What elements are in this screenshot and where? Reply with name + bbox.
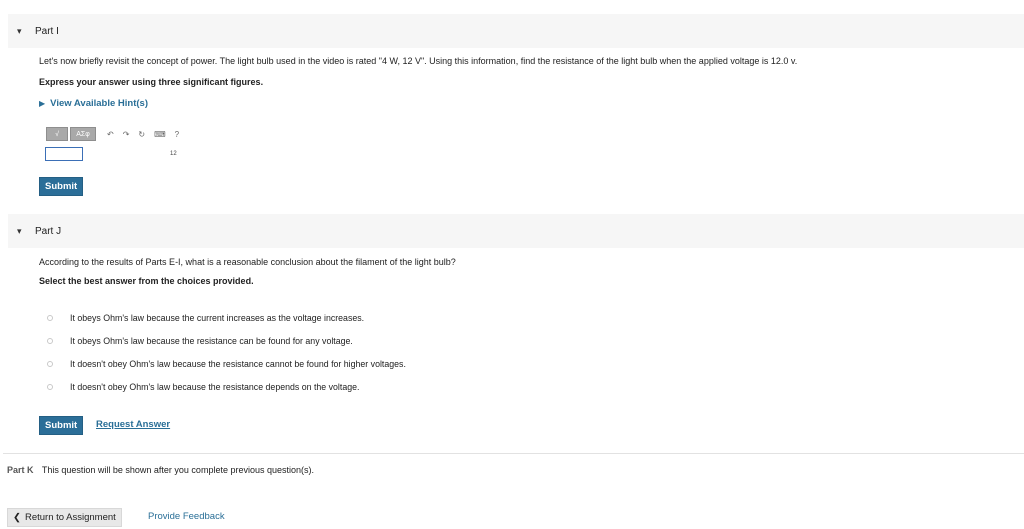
part-j-question: According to the results of Parts E-I, w… [39,257,456,267]
templates-button[interactable]: √ [46,127,68,141]
radio-button[interactable] [47,338,53,344]
choice-item[interactable]: It obeys Ohm's law because the resistanc… [47,336,353,346]
symbols-label: AΣφ [76,130,90,138]
part-j-title: Part J [35,225,62,237]
undo-icon[interactable]: ↶ [107,130,114,139]
request-answer-link[interactable]: Request Answer [96,419,170,430]
part-j-submit-button[interactable]: Submit [39,416,84,435]
choice-label: It obeys Ohm's law because the current i… [70,313,365,323]
chevron-down-icon[interactable]: ▾ [17,26,27,37]
part-k-row: Part K This question will be shown after… [7,465,314,475]
radio-button[interactable] [47,315,53,321]
reset-icon[interactable]: ↻ [138,130,145,139]
templates-label: √ [55,130,59,138]
part-i-instruction: Express your answer using three signific… [39,77,264,87]
help-icon[interactable]: ? [175,130,179,139]
chevron-down-icon[interactable]: ▾ [17,226,27,237]
keyboard-icon[interactable]: ⌨ [154,130,166,139]
return-label: Return to Assignment [24,512,116,523]
choice-item[interactable]: It doesn't obey Ohm's law because the re… [47,359,406,369]
provide-feedback-link[interactable]: Provide Feedback [148,511,225,522]
chevron-left-icon: ❮ [13,512,21,523]
radio-button[interactable] [47,384,53,390]
part-i-submit-label: Submit [45,181,78,192]
choice-label: It obeys Ohm's law because the resistanc… [70,336,353,346]
view-hints-link[interactable]: ▶ View Available Hint(s) [39,98,148,109]
part-j-submit-label: Submit [45,420,78,431]
part-j-header[interactable]: ▾ Part J [8,214,1024,248]
part-k-text: This question will be shown after you co… [41,465,314,475]
part-j-instruction: Select the best answer from the choices … [39,276,254,286]
divider [3,453,1024,454]
symbols-button[interactable]: AΣφ [70,127,96,141]
part-k-label: Part K [7,465,34,475]
part-i-title: Part I [35,25,59,37]
units-text: 12 [170,151,177,157]
radio-button[interactable] [47,361,53,367]
math-toolbar: √ AΣφ ↶ ↷ ↻ ⌨ ? [46,127,179,141]
redo-icon[interactable]: ↷ [123,130,130,139]
answer-input[interactable] [45,147,83,161]
part-i-header[interactable]: ▾ Part I [8,14,1024,48]
choice-item[interactable]: It doesn't obey Ohm's law because the re… [47,382,359,392]
part-i-submit-button[interactable]: Submit [39,177,84,196]
view-hints-label: View Available Hint(s) [50,98,148,109]
choice-label: It doesn't obey Ohm's law because the re… [70,382,360,392]
choice-label: It doesn't obey Ohm's law because the re… [70,359,406,369]
caret-right-icon: ▶ [39,99,46,108]
part-i-question: Let's now briefly revisit the concept of… [39,56,798,66]
choice-item[interactable]: It obeys Ohm's law because the current i… [47,313,364,323]
return-to-assignment-button[interactable]: ❮ Return to Assignment [7,508,122,527]
